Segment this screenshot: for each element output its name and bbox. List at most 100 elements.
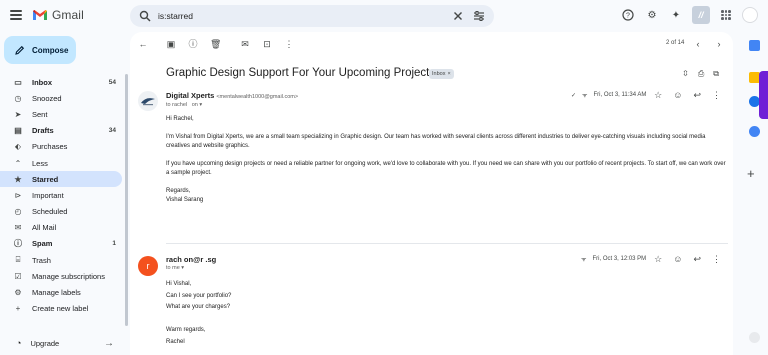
body-paragraph: Hi Rachel, <box>166 116 194 122</box>
sidebar-item-label: Important <box>32 190 64 200</box>
help-icon[interactable]: ? <box>620 7 636 23</box>
search-bar[interactable]: is:starred <box>130 5 494 27</box>
addon-icon[interactable] <box>749 332 760 343</box>
search-input[interactable]: is:starred <box>158 11 193 21</box>
search-options-icon[interactable] <box>473 10 485 22</box>
contacts-icon[interactable] <box>749 126 760 137</box>
print-icon[interactable]: ⎙ <box>698 69 704 79</box>
sidebar-item-snoozed[interactable]: ◷ Snoozed <box>0 90 122 106</box>
reply-icon[interactable]: ↩ <box>693 254 701 265</box>
sidebar-item-inbox[interactable]: ▭ Inbox 54 <box>0 74 122 90</box>
signature: Regards, Vishal Sarang <box>166 188 204 203</box>
add-addon-icon[interactable]: + <box>747 166 755 181</box>
more-vert-icon[interactable]: ⋮ <box>712 254 721 265</box>
recipients-line[interactable]: to rachel on ▾ <box>166 102 202 108</box>
sidebar-nav: ▭ Inbox 54 ◷ Snoozed ➤ Sent ▤ Drafts 34 ⬖ Purchases… <box>0 74 122 317</box>
sidebar-item-count: 1 <box>112 240 116 248</box>
attachment-indicator-icon: ᯤ <box>581 257 587 263</box>
apps-icon[interactable] <box>718 7 734 23</box>
sidebar-item-label: Sent <box>32 109 48 119</box>
older-chevron-icon[interactable]: › <box>714 39 724 49</box>
emoji-react-icon[interactable]: ☺ <box>673 254 682 265</box>
reply-message-body: Hi Vishal, Can I see your portfolio? Wha… <box>166 279 666 348</box>
gmail-logo[interactable]: Gmail <box>32 8 84 22</box>
sidebar-scrollbar[interactable] <box>125 74 128 326</box>
main-menu-icon[interactable] <box>10 10 22 20</box>
star-icon[interactable]: ☆ <box>654 90 662 101</box>
upgrade-icon: ◔ <box>16 338 22 348</box>
calendar-icon[interactable] <box>749 40 760 51</box>
sidebar-item-label: Drafts <box>32 126 54 136</box>
sidebar-item-count: 54 <box>108 78 116 86</box>
clock-icon: ◷ <box>14 93 22 103</box>
sidebar-item-label: All Mail <box>32 223 57 233</box>
upgrade-button[interactable]: ◔ Upgrade → <box>0 334 122 352</box>
remove-label-icon[interactable]: × <box>447 71 450 77</box>
sidebar-item-scheduled[interactable]: ◴ Scheduled <box>0 204 122 220</box>
sidebar-item-all-mail[interactable]: ✉ All Mail <box>0 220 122 236</box>
extension-tab[interactable] <box>759 71 768 119</box>
message-meta: ✓ ᯤ Fri, Oct 3, 11:34 AM <box>571 91 646 99</box>
back-arrow-icon[interactable]: ← <box>138 39 148 49</box>
compose-button[interactable]: Compose <box>4 36 76 64</box>
account-avatar[interactable] <box>742 7 758 23</box>
mark-unread-icon[interactable]: ✉ <box>240 39 250 49</box>
clear-search-icon[interactable] <box>452 10 464 22</box>
sender-name[interactable]: Digital Xperts <mentalwealth1000@gmail.co… <box>166 91 298 100</box>
star-icon: ★ <box>14 174 22 184</box>
sidebar-item-drafts[interactable]: ▤ Drafts 34 <box>0 123 122 139</box>
more-options-icon[interactable]: ⋮ <box>284 39 294 49</box>
details-chevron-icon[interactable]: ▾ <box>199 102 202 108</box>
inbox-label-chip[interactable]: Inbox × <box>429 69 454 79</box>
body-line: Warm regards, <box>166 327 206 333</box>
sidebar-item-spam[interactable]: ⓘ Spam 1 <box>0 236 122 252</box>
sidebar-item-manage-subscriptions[interactable]: ☑ Manage subscriptions <box>0 268 122 284</box>
sidebar-item-label: Starred <box>32 174 59 184</box>
reply-message-actions: ☆ ☺ ↩ ⋮ <box>654 254 721 265</box>
search-icon[interactable] <box>139 10 151 22</box>
gemini-icon[interactable]: ✦ <box>668 7 684 23</box>
sidebar-item-label: Less <box>32 158 48 168</box>
archive-icon[interactable]: ▣ <box>166 39 176 49</box>
gear-icon: ⚙ <box>14 288 22 298</box>
sidebar-item-label: Spam <box>32 239 53 249</box>
subject-actions: ⇳ ⎙ ⧉ <box>682 69 719 79</box>
reply-sender-avatar[interactable]: r <box>138 256 158 276</box>
emoji-react-icon[interactable]: ☺ <box>673 90 682 101</box>
sidebar-item-purchases[interactable]: ⬖ Purchases <box>0 139 122 155</box>
all-mail-icon: ✉ <box>14 223 22 233</box>
sidebar-item-important[interactable]: ⊳ Important <box>0 187 122 203</box>
delete-icon[interactable]: 🗑 <box>210 39 221 49</box>
reply-message-meta: ᯤ Fri, Oct 3, 12:03 PM <box>581 255 646 263</box>
sidebar-item-create-new-label[interactable]: + Create new label <box>0 301 122 317</box>
top-right-controls: ? ⚙ ✦ // <box>620 6 758 24</box>
sidebar-item-label: Scheduled <box>32 207 68 217</box>
body-paragraph: If you have upcoming design projects or … <box>166 161 726 176</box>
star-icon[interactable]: ☆ <box>654 254 662 265</box>
spam-icon: ⓘ <box>14 239 22 249</box>
sender-avatar[interactable] <box>138 91 158 111</box>
report-spam-icon[interactable]: ⓘ <box>188 39 198 49</box>
sidebar-item-less[interactable]: ⌃ Less <box>0 155 122 171</box>
sidebar: Compose ▭ Inbox 54 ◷ Snoozed ➤ Sent ▤ Drafts 34 ⬖ P… <box>0 32 128 355</box>
details-chevron-icon[interactable]: ▾ <box>181 265 184 271</box>
attachment-indicator-icon: ᯤ <box>582 93 588 99</box>
sidebar-item-sent[interactable]: ➤ Sent <box>0 106 122 122</box>
move-to-icon[interactable]: ⊡ <box>262 39 272 49</box>
open-new-window-icon[interactable]: ⧉ <box>713 69 719 79</box>
reply-icon[interactable]: ↩ <box>693 90 701 101</box>
reply-recipients-line[interactable]: to me ▾ <box>166 265 184 271</box>
important-icon: ⊳ <box>14 190 22 200</box>
reply-sender-name[interactable]: rach on@r .sg <box>166 255 216 264</box>
reply-date: Fri, Oct 3, 12:03 PM <box>592 256 647 262</box>
message-view: ← ▣ ⓘ 🗑 ✉ ⊡ ⋮ 2 of 14 ‹ › Graphic Design… <box>130 32 733 355</box>
newer-chevron-icon[interactable]: ‹ <box>693 39 703 49</box>
sidebar-item-starred[interactable]: ★ Starred <box>0 171 122 188</box>
more-vert-icon[interactable]: ⋮ <box>712 90 721 101</box>
sidebar-item-trash[interactable]: ⌸ Trash <box>0 252 122 268</box>
sidebar-item-manage-labels[interactable]: ⚙ Manage labels <box>0 284 122 300</box>
message-date: Fri, Oct 3, 11:34 AM <box>593 92 647 98</box>
settings-icon[interactable]: ⚙ <box>644 7 660 23</box>
expand-all-icon[interactable]: ⇳ <box>682 69 689 79</box>
brand-logo-icon[interactable]: // <box>692 6 710 24</box>
